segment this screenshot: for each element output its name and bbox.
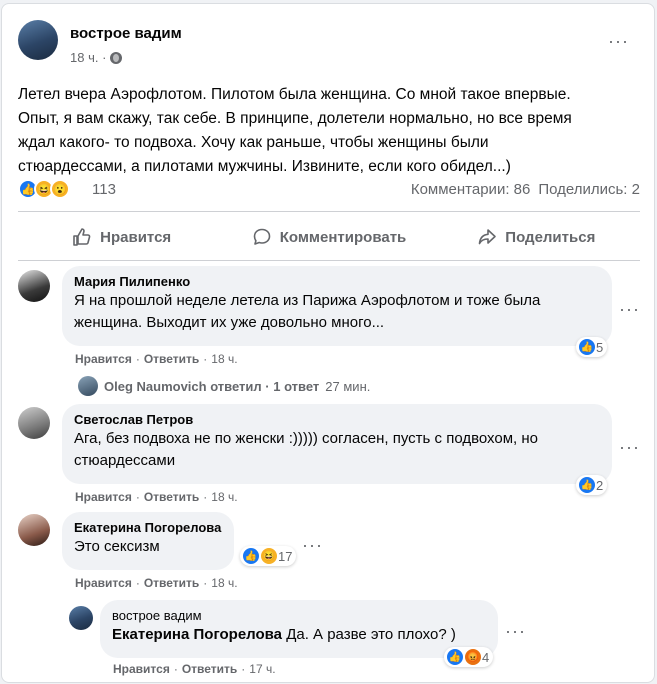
- reply-actions: Нравится · Ответить · 17 ч.: [113, 662, 276, 676]
- post-actions: Нравится Комментировать Поделиться: [18, 218, 640, 256]
- comment-time[interactable]: 18 ч.: [211, 490, 237, 504]
- comment-reply-link[interactable]: Ответить: [144, 352, 199, 366]
- commenter-avatar[interactable]: [18, 514, 50, 546]
- divider: [18, 211, 640, 212]
- commenter-name[interactable]: Мария Пилипенко: [74, 274, 600, 290]
- commenter-name[interactable]: Екатерина Погорелова: [74, 520, 222, 536]
- thumbs-up-icon: [73, 228, 91, 246]
- separator: ·: [203, 352, 208, 366]
- comment-more-options-icon[interactable]: ···: [302, 536, 323, 554]
- speech-bubble-icon: [253, 228, 271, 245]
- separator: ·: [173, 662, 178, 676]
- share-button[interactable]: Поделиться: [433, 218, 640, 256]
- post-stats: 👍 😆 😮 113 Комментарии: 86 Поделились: 2: [18, 179, 640, 201]
- comment-button[interactable]: Комментировать: [225, 218, 432, 256]
- reply-time[interactable]: 17 ч.: [249, 662, 275, 676]
- comment-like-link[interactable]: Нравится: [75, 576, 132, 590]
- comment-reaction-count: 5: [596, 339, 604, 355]
- separator: ·: [135, 352, 140, 366]
- comment-reaction-count: 17: [278, 548, 293, 564]
- view-replies-text[interactable]: Oleg Naumovich ответил · 1 ответ: [104, 379, 319, 394]
- comment-time[interactable]: 18 ч.: [211, 576, 237, 590]
- separator: ·: [203, 576, 208, 590]
- comment-reactions[interactable]: 👍 😆 17: [240, 546, 297, 566]
- reply-author-avatar: [78, 376, 98, 396]
- comment-text: Я на прошлой неделе летела из Парижа Аэр…: [74, 292, 541, 331]
- commenter-avatar[interactable]: [18, 407, 50, 439]
- reply-like-link[interactable]: Нравится: [113, 662, 170, 676]
- post-text: Летел вчера Аэрофлотом. Пилотом была жен…: [18, 86, 572, 175]
- view-replies[interactable]: Oleg Naumovich ответил · 1 ответ 27 мин.: [78, 376, 370, 396]
- reply-time: 27 мин.: [325, 378, 371, 394]
- comment-bubble: Мария Пилипенко Я на прошлой неделе лете…: [62, 266, 612, 346]
- haha-reaction-icon: 😆: [260, 547, 278, 565]
- shares-count[interactable]: Поделились: 2: [538, 181, 640, 198]
- share-label: Поделиться: [505, 228, 596, 246]
- like-reaction-icon: 👍: [446, 648, 464, 666]
- comment-text: Ага, без подвоха не по женски :))))) сог…: [74, 430, 539, 469]
- mention-link[interactable]: Екатерина Погорелова: [112, 626, 282, 643]
- reply-author-name[interactable]: вострое вадим: [112, 608, 486, 624]
- reaction-icons[interactable]: 👍 😆 😮: [18, 179, 70, 199]
- comments-count[interactable]: Комментарии: 86: [411, 181, 531, 198]
- author-name[interactable]: вострое вадим: [70, 25, 182, 42]
- reply-reply-link[interactable]: Ответить: [182, 662, 237, 676]
- comment-actions: Нравится · Ответить · 18 ч.: [75, 490, 238, 504]
- reply-more-options-icon[interactable]: ···: [505, 622, 526, 640]
- comment-reactions[interactable]: 👍 2: [576, 475, 608, 495]
- reply-reaction-count: 4: [482, 649, 490, 665]
- comment-text: Это сексизм: [74, 538, 160, 555]
- like-button[interactable]: Нравится: [18, 218, 225, 256]
- reply-avatar[interactable]: [69, 606, 93, 630]
- like-reaction-icon: 👍: [242, 547, 260, 565]
- reactions-count[interactable]: 113: [92, 181, 116, 198]
- share-arrow-icon: [478, 229, 497, 245]
- post-card: вострое вадим 18 ч. · ··· Летел вчера Аэ…: [1, 3, 655, 683]
- angry-reaction-icon: 😡: [464, 648, 482, 666]
- globe-icon: [110, 51, 123, 64]
- post-time[interactable]: 18 ч. ·: [70, 50, 106, 65]
- comment-bubble: Светослав Петров Ага, без подвоха не по …: [62, 404, 612, 484]
- reply-reactions[interactable]: 👍 😡 4: [444, 647, 494, 667]
- comment-time[interactable]: 18 ч.: [211, 352, 237, 366]
- commenter-name[interactable]: Светослав Петров: [74, 412, 600, 428]
- comment-like-link[interactable]: Нравится: [75, 490, 132, 504]
- like-label: Нравится: [100, 228, 172, 246]
- post-more-options-icon[interactable]: ···: [608, 32, 629, 50]
- commenter-avatar[interactable]: [18, 270, 50, 302]
- post-meta: 18 ч. ·: [70, 50, 123, 65]
- comment-reaction-count: 2: [596, 477, 604, 493]
- comment-reply-link[interactable]: Ответить: [144, 490, 199, 504]
- reply-body: Да. А разве это плохо? ): [282, 626, 456, 643]
- wow-reaction-icon: 😮: [50, 179, 70, 199]
- separator: ·: [241, 662, 246, 676]
- separator: ·: [135, 576, 140, 590]
- divider: [18, 260, 640, 261]
- comment-actions: Нравится · Ответить · 18 ч.: [75, 352, 238, 366]
- like-reaction-icon: 👍: [578, 476, 596, 494]
- comment-like-link[interactable]: Нравится: [75, 352, 132, 366]
- comment-bubble: Екатерина Погорелова Это сексизм: [62, 512, 234, 570]
- comment-more-options-icon[interactable]: ···: [619, 300, 640, 318]
- comment-actions: Нравится · Ответить · 18 ч.: [75, 576, 238, 590]
- comment-label: Комментировать: [279, 228, 407, 246]
- reply-bubble: вострое вадим Екатерина Погорелова Да. А…: [100, 600, 498, 658]
- comment-reply-link[interactable]: Ответить: [144, 576, 199, 590]
- separator: ·: [135, 490, 140, 504]
- reply-text: Екатерина Погорелова Да. А разве это пло…: [112, 624, 486, 646]
- stats-right: Комментарии: 86 Поделились: 2: [411, 181, 640, 198]
- author-avatar[interactable]: [18, 20, 58, 60]
- comment-reactions[interactable]: 👍 5: [576, 337, 608, 357]
- like-reaction-icon: 👍: [578, 338, 596, 356]
- separator: ·: [203, 490, 208, 504]
- comment-more-options-icon[interactable]: ···: [619, 438, 640, 456]
